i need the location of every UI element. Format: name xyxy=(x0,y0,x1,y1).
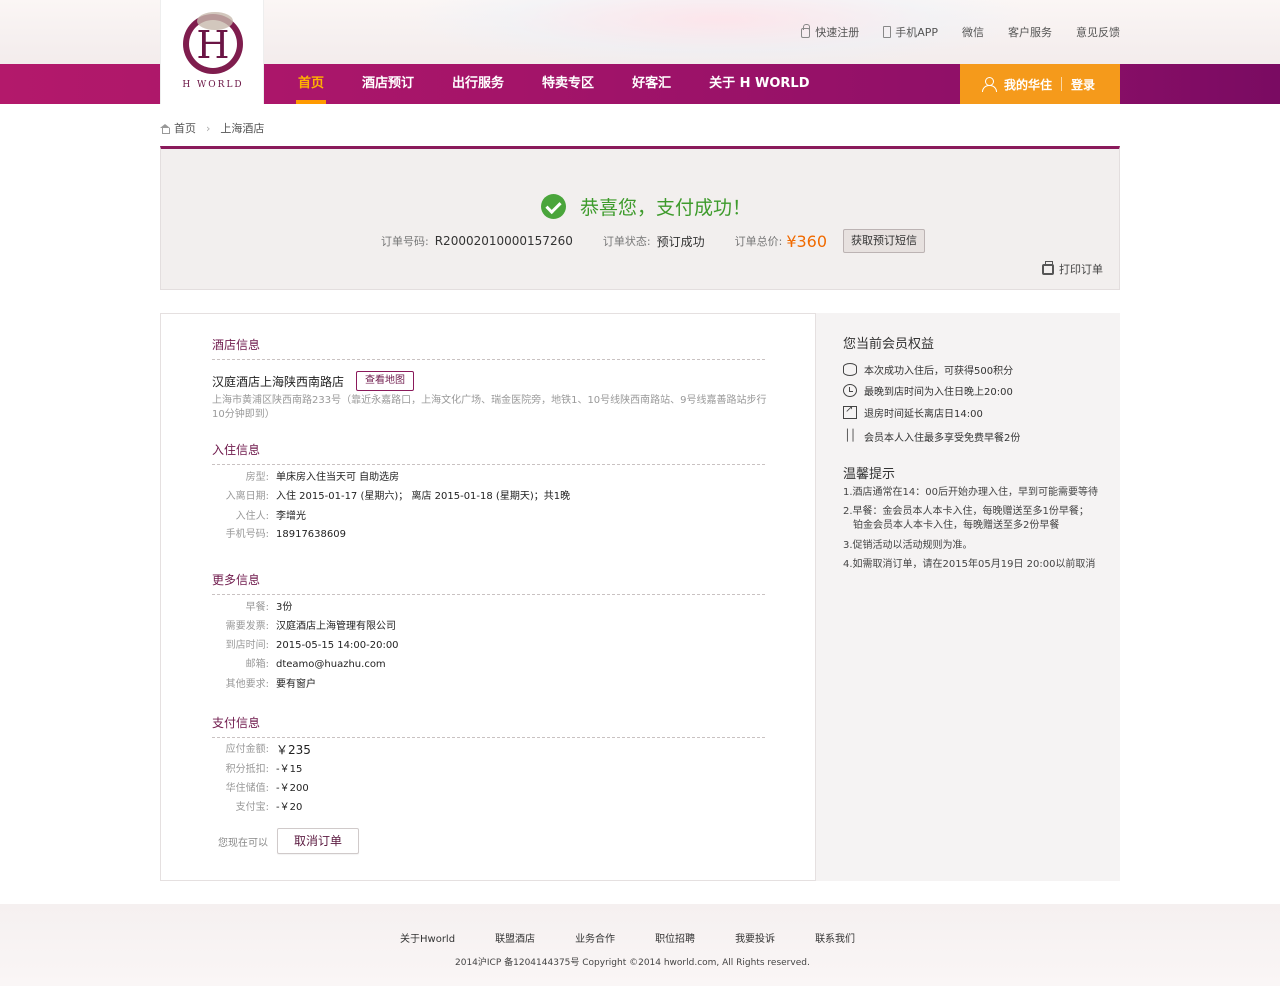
email-row: 邮箱: dteamo@huazhu.com xyxy=(245,659,386,670)
alipay-row: 支付宝: -￥20 xyxy=(235,802,303,813)
clock-icon xyxy=(843,384,857,397)
footer-link-about[interactable]: 关于Hworld xyxy=(400,930,455,945)
cancel-row: 您现在可以 取消订单 xyxy=(218,828,359,854)
coins-icon xyxy=(843,363,857,376)
tip-item: 3.促销活动以活动规则为准。 xyxy=(843,540,973,551)
order-status: 预订成功 xyxy=(656,234,705,249)
checkout-icon xyxy=(843,404,857,419)
cancel-order-button[interactable]: 取消订单 xyxy=(277,828,359,854)
breadcrumb: 首页 › 上海酒店 xyxy=(160,120,264,136)
checkin-section-title: 入住信息 xyxy=(212,441,765,465)
logo-text: H WORLD xyxy=(182,80,244,90)
divider xyxy=(1061,77,1063,91)
arrival-time-row: 到店时间: 2015-05-15 14:00-20:00 xyxy=(225,640,399,651)
guest-row: 入住人: 李增光 xyxy=(235,511,306,522)
stored-value-row: 华住储值: -￥200 xyxy=(225,783,309,794)
footer-link-business[interactable]: 业务合作 xyxy=(575,930,615,945)
cancel-prompt: 您现在可以 xyxy=(218,837,268,849)
room-type-row: 房型: 单床房入住当天可 自助选房 xyxy=(245,472,400,483)
footer-link-complaints[interactable]: 我要投诉 xyxy=(735,930,775,945)
footer: 关于Hworld 联盟酒店 业务合作 职位招聘 我要投诉 联系我们 2014沪I… xyxy=(0,904,1280,986)
nav-loyalty[interactable]: 好客汇 xyxy=(632,64,671,104)
view-map-button[interactable]: 查看地图 xyxy=(356,371,415,391)
hotel-section-title: 酒店信息 xyxy=(212,336,765,360)
login-link[interactable]: 登录 xyxy=(1071,76,1095,93)
order-number-label: 订单号码: xyxy=(381,235,429,248)
points-deduction-row: 积分抵扣: -￥15 xyxy=(225,764,303,775)
print-order-link[interactable]: 打印订单 xyxy=(1042,260,1103,277)
hotel-name-row: 汉庭酒店上海陕西南路店 查看地图 xyxy=(212,371,415,391)
tip-item: 铂金会员本人本卡入住，每晚赠送至多2份早餐 xyxy=(853,520,1060,531)
home-icon xyxy=(160,123,170,134)
wechat-link[interactable]: 微信 xyxy=(962,24,984,40)
hotel-address: 上海市黄浦区陕西南路233号（靠近永嘉路口，上海文化广场、瑞金医院旁，地铁1、1… xyxy=(212,395,767,420)
customer-service-link[interactable]: 客户服务 xyxy=(1008,24,1052,40)
mobile-app-link[interactable]: 手机APP xyxy=(883,24,938,40)
order-total-label: 订单总价: xyxy=(734,235,783,248)
benefit-points: 本次成功入住后，可获得500积分 xyxy=(843,362,1013,377)
benefit-checkout: 退房时间延长离店日14:00 xyxy=(843,404,983,420)
hotel-name: 汉庭酒店上海陕西南路店 xyxy=(212,374,345,389)
feedback-link[interactable]: 意见反馈 xyxy=(1076,24,1120,40)
footer-link-careers[interactable]: 职位招聘 xyxy=(655,930,695,945)
benefit-arrival: 最晚到店时间为入住日晚上20:00 xyxy=(843,383,1013,398)
stay-dates-row: 入离日期: 入住 2015-01-17 (星期六)； 离店 2015-01-18 … xyxy=(225,491,571,502)
top-links: 快速注册 手机APP 微信 客户服务 意见反馈 xyxy=(777,24,1120,40)
benefits-title: 您当前会员权益 xyxy=(843,337,935,352)
amount-due-row: 应付金额: ￥235 xyxy=(225,743,311,757)
tip-item: 4.如需取消订单，请在2015年05月19日 20:00以前取消 xyxy=(843,559,1096,570)
payment-success-panel: 恭喜您，支付成功！ 订单号码: R20002010000157260 订单状态:… xyxy=(160,146,1120,290)
member-benefits-panel: 您当前会员权益 本次成功入住后，可获得500积分 最晚到店时间为入住日晚上20:… xyxy=(816,313,1120,881)
nav-travel-service[interactable]: 出行服务 xyxy=(452,64,504,104)
breadcrumb-home[interactable]: 首页 xyxy=(174,120,196,136)
member-area: 我的华住 登录 xyxy=(960,64,1120,104)
invoice-row: 需要发票: 汉庭酒店上海管理有限公司 xyxy=(225,621,396,632)
tip-item: 2.早餐：金会员本人本卡入住，每晚赠送至多1份早餐； xyxy=(843,506,1089,517)
check-circle-icon xyxy=(541,194,566,219)
order-summary: 订单号码: R20002010000157260 订单状态: 预订成功 订单总价… xyxy=(381,229,926,253)
footer-link-partner-hotels[interactable]: 联盟酒店 xyxy=(495,930,535,945)
my-account-link[interactable]: 我的华住 xyxy=(1004,76,1052,93)
success-message: 恭喜您，支付成功！ xyxy=(541,193,751,220)
order-status-label: 订单状态: xyxy=(602,235,651,248)
logo-mark: H xyxy=(196,23,230,67)
order-details: 酒店信息 汉庭酒店上海陕西南路店 查看地图 上海市黄浦区陕西南路233号（靠近永… xyxy=(160,313,816,881)
copyright: 2014沪ICP 备1204144375号 Copyright ©2014 hw… xyxy=(455,958,810,968)
nav-special-offers[interactable]: 特卖专区 xyxy=(542,64,594,104)
phone-row: 手机号码: 18917638609 xyxy=(225,529,346,540)
nav-hotel-booking[interactable]: 酒店预订 xyxy=(362,64,414,104)
nav-about[interactable]: 关于 H WORLD xyxy=(709,64,809,104)
footer-link-contact[interactable]: 联系我们 xyxy=(815,930,855,945)
tip-item: 1.酒店通常在14：00后开始办理入住，早到可能需要等待 xyxy=(843,487,1098,498)
chevron-right-icon: › xyxy=(206,121,211,135)
benefit-breakfast: 会员本人入住最多享受免费早餐2份 xyxy=(843,429,1020,444)
phone-icon xyxy=(883,26,892,38)
other-requests-row: 其他要求: 要有窗户 xyxy=(225,679,316,690)
breadcrumb-current: 上海酒店 xyxy=(220,122,265,135)
more-section-title: 更多信息 xyxy=(212,571,765,595)
printer-icon xyxy=(1042,260,1054,275)
lock-icon xyxy=(801,24,811,38)
breakfast-row: 早餐: 3份 xyxy=(245,602,293,613)
footer-links: 关于Hworld 联盟酒店 业务合作 职位招聘 我要投诉 联系我们 xyxy=(400,930,895,945)
nav-items: 首页 酒店预订 出行服务 特卖专区 好客汇 关于 H WORLD xyxy=(295,64,848,104)
get-sms-button[interactable]: 获取预订短信 xyxy=(843,229,926,253)
fork-knife-icon xyxy=(843,429,857,443)
payment-section-title: 支付信息 xyxy=(212,714,765,738)
tips-title: 温馨提示 xyxy=(843,467,896,482)
order-number: R20002010000157260 xyxy=(434,234,573,248)
quick-register-link[interactable]: 快速注册 xyxy=(801,24,859,40)
user-icon xyxy=(982,77,997,92)
order-total: ¥360 xyxy=(786,231,828,251)
logo[interactable]: H H WORLD xyxy=(160,0,264,104)
nav-home[interactable]: 首页 xyxy=(295,64,327,104)
